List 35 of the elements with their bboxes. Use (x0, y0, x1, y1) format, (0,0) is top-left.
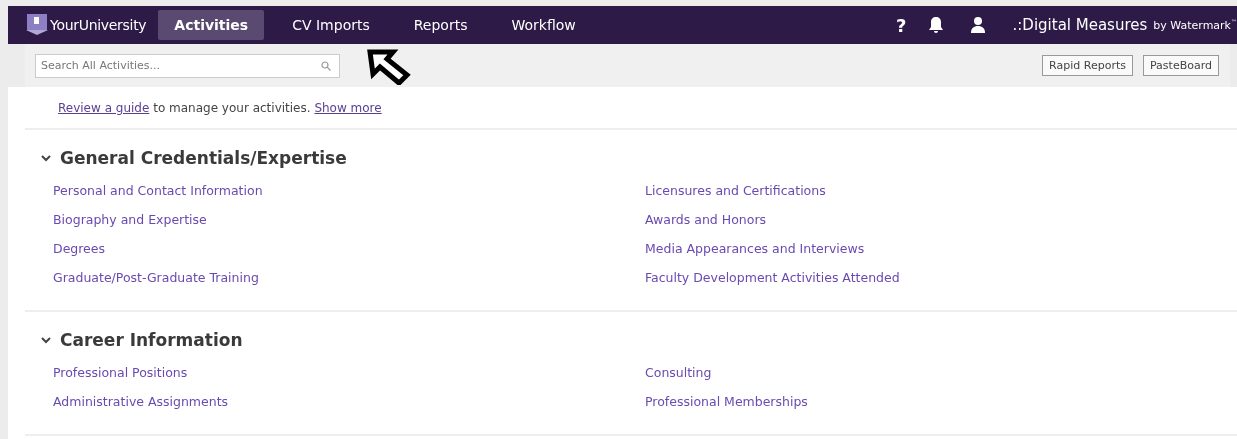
user-icon[interactable] (970, 17, 985, 33)
bell-icon[interactable] (928, 17, 943, 33)
activity-link[interactable]: Professional Positions (53, 358, 645, 387)
help-button[interactable]: ? (896, 14, 907, 36)
activity-link[interactable]: Consulting (645, 358, 1237, 387)
section-heading[interactable]: General Credentials/Expertise (60, 148, 347, 168)
toolbar-button[interactable]: PasteBoard (1142, 55, 1219, 76)
search-field[interactable]: Search All Activities... (35, 53, 340, 78)
toolbar-button[interactable]: Rapid Reports (1042, 55, 1133, 76)
activity-link[interactable]: Licensures and Certifications (645, 176, 1237, 205)
nav-tab[interactable]: CV Imports (276, 10, 386, 40)
search-icon (321, 60, 331, 71)
activity-link[interactable]: Media Appearances and Interviews (645, 234, 1237, 263)
vendor-tagline: by Watermark$^{™}$ (1153, 18, 1237, 32)
brand-name[interactable]: YourUniversity (50, 17, 147, 33)
activity-link[interactable]: Awards and Honors (645, 205, 1237, 234)
activity-link[interactable]: Degrees (53, 234, 645, 263)
chevron-icon[interactable] (41, 154, 51, 162)
activity-link[interactable]: Biography and Expertise (53, 205, 645, 234)
pointer-arrow-icon (367, 49, 411, 85)
activity-link[interactable]: Graduate/Post-Graduate Training (53, 263, 645, 292)
show-more-link[interactable]: Show more (314, 101, 382, 115)
chevron-icon[interactable] (41, 336, 51, 344)
activity-link[interactable]: Faculty Development Activities Attended (645, 263, 1237, 292)
activity-link[interactable]: Professional Memberships (645, 387, 1237, 416)
guide-link[interactable]: Review a guide (58, 101, 150, 115)
vendor-logo: .:Digital Measures (1012, 16, 1148, 34)
activity-link[interactable]: Administrative Assignments (53, 387, 645, 416)
activity-link[interactable]: Personal and Contact Information (53, 176, 645, 205)
nav-tab[interactable]: Reports (397, 10, 484, 40)
nav-tab[interactable]: Activities (158, 10, 265, 40)
intro-text: to manage your activities. (152, 101, 312, 115)
section-heading[interactable]: Career Information (60, 330, 243, 350)
nav-tab[interactable]: Workflow (495, 10, 592, 40)
university-logo-icon (26, 14, 48, 36)
